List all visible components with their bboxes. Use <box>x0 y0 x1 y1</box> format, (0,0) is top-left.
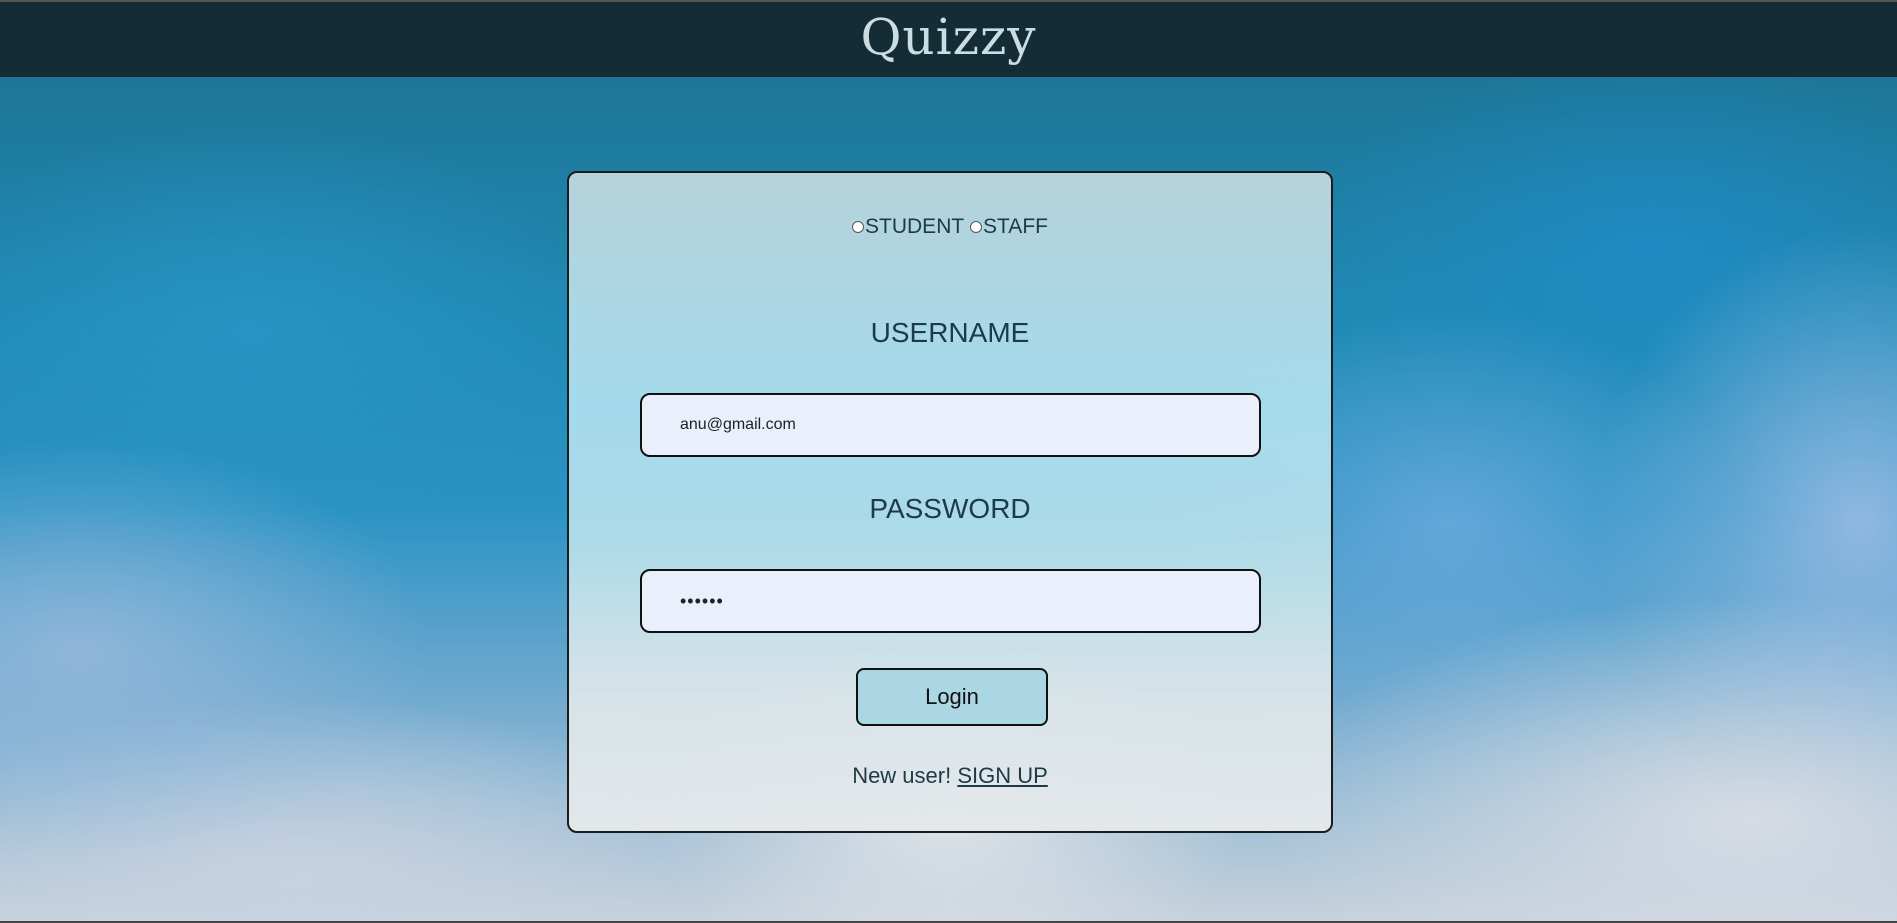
signup-link[interactable]: SIGN UP <box>957 763 1047 788</box>
password-label: PASSWORD <box>869 493 1031 524</box>
site-header: Quizzy <box>0 0 1897 77</box>
role-option-staff[interactable]: STAFF <box>970 215 1048 239</box>
signup-row: New user! SIGN UP <box>569 763 1331 789</box>
signup-prompt: New user! <box>852 763 958 788</box>
student-label: STUDENT <box>865 215 965 238</box>
site-title: Quizzy <box>860 7 1037 66</box>
role-selector: STUDENT STAFF <box>569 215 1331 239</box>
login-card: STUDENT STAFF USERNAME PASSWORD Login Ne… <box>567 171 1333 833</box>
username-label: USERNAME <box>870 317 1030 348</box>
password-input[interactable] <box>640 569 1261 633</box>
role-option-student[interactable]: STUDENT <box>852 215 964 239</box>
staff-label: STAFF <box>983 215 1048 238</box>
username-input[interactable] <box>640 393 1261 457</box>
login-button[interactable]: Login <box>856 668 1048 726</box>
staff-radio[interactable] <box>970 221 983 233</box>
student-radio[interactable] <box>852 221 865 233</box>
